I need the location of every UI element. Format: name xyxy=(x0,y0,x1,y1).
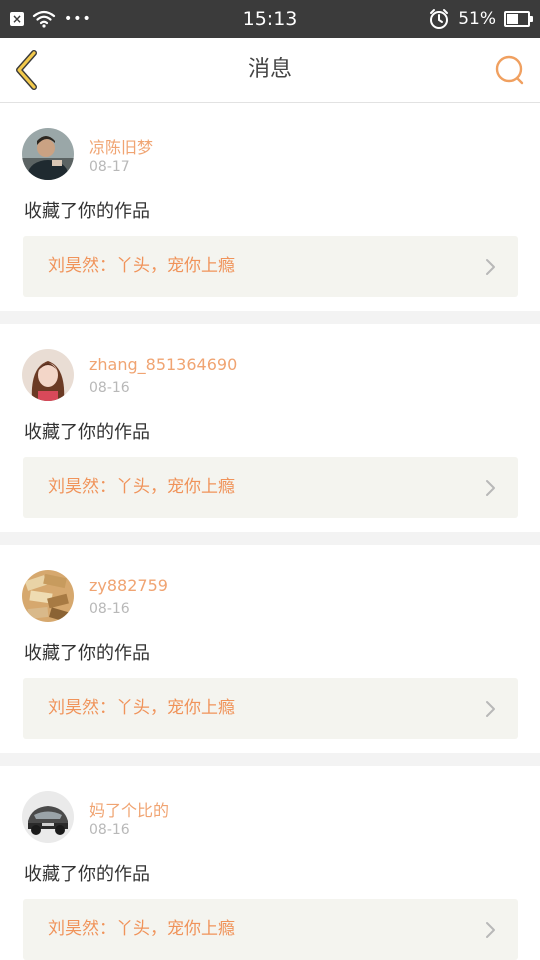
message-list: 凉陈旧梦 08-17 收藏了你的作品 刘昊然：丫头，宠你上瘾 zhang_851… xyxy=(0,103,540,960)
avatar[interactable] xyxy=(22,349,74,401)
timestamp: 08-16 xyxy=(89,822,130,838)
work-link[interactable]: 刘昊然：丫头，宠你上瘾 xyxy=(23,236,518,297)
search-icon xyxy=(495,55,524,85)
timestamp: 08-16 xyxy=(89,601,130,617)
chevron-right-icon xyxy=(486,259,495,275)
alarm-icon xyxy=(430,9,449,29)
status-bar: × ••• 15:13 51% xyxy=(0,0,540,38)
page-title: 消息 xyxy=(247,57,292,82)
work-link[interactable]: 刘昊然：丫头，宠你上瘾 xyxy=(23,899,518,960)
avatar[interactable] xyxy=(22,791,74,843)
search-button[interactable] xyxy=(490,48,530,92)
message-item: 妈了个比的 08-16 收藏了你的作品 刘昊然：丫头，宠你上瘾 xyxy=(0,766,540,960)
chevron-right-icon xyxy=(486,480,495,496)
work-title: 刘昊然：丫头，宠你上瘾 xyxy=(48,477,235,497)
work-title: 刘昊然：丫头，宠你上瘾 xyxy=(48,256,235,276)
battery-percent: 51% xyxy=(458,9,496,29)
battery-level xyxy=(507,14,519,24)
work-title: 刘昊然：丫头，宠你上瘾 xyxy=(48,698,235,718)
message-item: zy882759 08-16 收藏了你的作品 刘昊然：丫头，宠你上瘾 xyxy=(0,545,540,753)
work-title: 刘昊然：丫头，宠你上瘾 xyxy=(48,919,235,939)
timestamp: 08-16 xyxy=(89,380,130,396)
action-text: 收藏了你的作品 xyxy=(24,422,150,443)
work-link[interactable]: 刘昊然：丫头，宠你上瘾 xyxy=(23,678,518,739)
chevron-right-icon xyxy=(486,701,495,717)
username[interactable]: zhang_851364690 xyxy=(89,355,237,374)
timestamp: 08-17 xyxy=(89,159,130,175)
work-link[interactable]: 刘昊然：丫头，宠你上瘾 xyxy=(23,457,518,518)
action-text: 收藏了你的作品 xyxy=(24,864,150,885)
message-item: zhang_851364690 08-16 收藏了你的作品 刘昊然：丫头，宠你上… xyxy=(0,324,540,532)
username[interactable]: zy882759 xyxy=(89,576,168,595)
nav-bar: 消息 xyxy=(0,38,540,103)
battery-icon xyxy=(504,11,533,27)
username[interactable]: 妈了个比的 xyxy=(89,797,169,821)
chevron-right-icon xyxy=(486,922,495,938)
action-text: 收藏了你的作品 xyxy=(24,643,150,664)
avatar[interactable] xyxy=(22,128,74,180)
action-text: 收藏了你的作品 xyxy=(24,201,150,222)
avatar[interactable] xyxy=(22,570,74,622)
status-bar-right: 51% xyxy=(428,0,533,38)
message-item: 凉陈旧梦 08-17 收藏了你的作品 刘昊然：丫头，宠你上瘾 xyxy=(0,103,540,311)
username[interactable]: 凉陈旧梦 xyxy=(89,134,153,158)
